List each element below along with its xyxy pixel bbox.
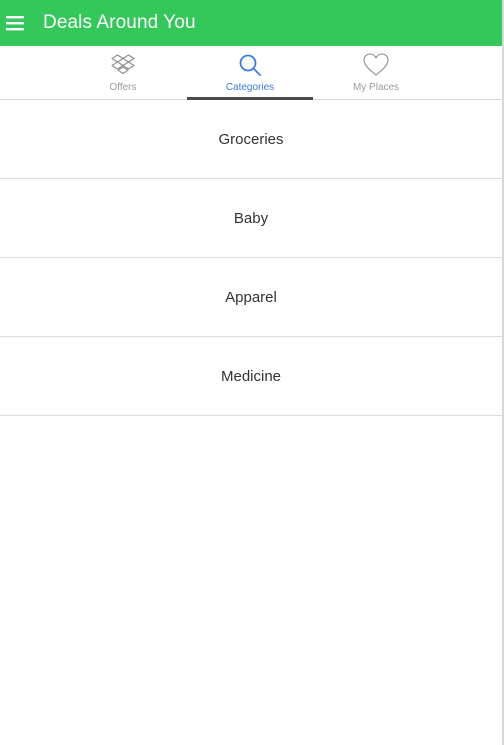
tab-categories[interactable]: Categories	[187, 46, 313, 100]
category-label: Groceries	[218, 130, 284, 148]
tab-my-places-label: My Places	[352, 82, 400, 93]
tab-my-places[interactable]: My Places	[313, 46, 502, 99]
category-item-apparel[interactable]: Apparel	[0, 258, 502, 337]
category-list: Groceries Baby Apparel Medicine	[0, 100, 502, 416]
search-icon	[238, 51, 262, 79]
category-item-groceries[interactable]: Groceries	[0, 100, 502, 179]
menu-button[interactable]	[0, 0, 30, 46]
category-item-baby[interactable]: Baby	[0, 179, 502, 258]
app-screen: Deals Around You Offers Categories My Pl…	[0, 0, 504, 745]
heart-icon	[363, 51, 389, 79]
category-item-medicine[interactable]: Medicine	[0, 337, 502, 416]
tab-bar: Offers Categories My Places	[0, 46, 502, 100]
tab-offers[interactable]: Offers	[0, 46, 187, 99]
category-label: Apparel	[225, 288, 277, 306]
dropbox-icon	[111, 51, 135, 79]
app-title: Deals Around You	[43, 12, 196, 33]
app-bar: Deals Around You	[0, 0, 502, 46]
hamburger-menu-icon	[6, 16, 24, 31]
category-label: Medicine	[220, 367, 282, 385]
tab-offers-label: Offers	[109, 82, 137, 93]
category-label: Baby	[233, 209, 269, 227]
tab-categories-label: Categories	[225, 82, 275, 93]
